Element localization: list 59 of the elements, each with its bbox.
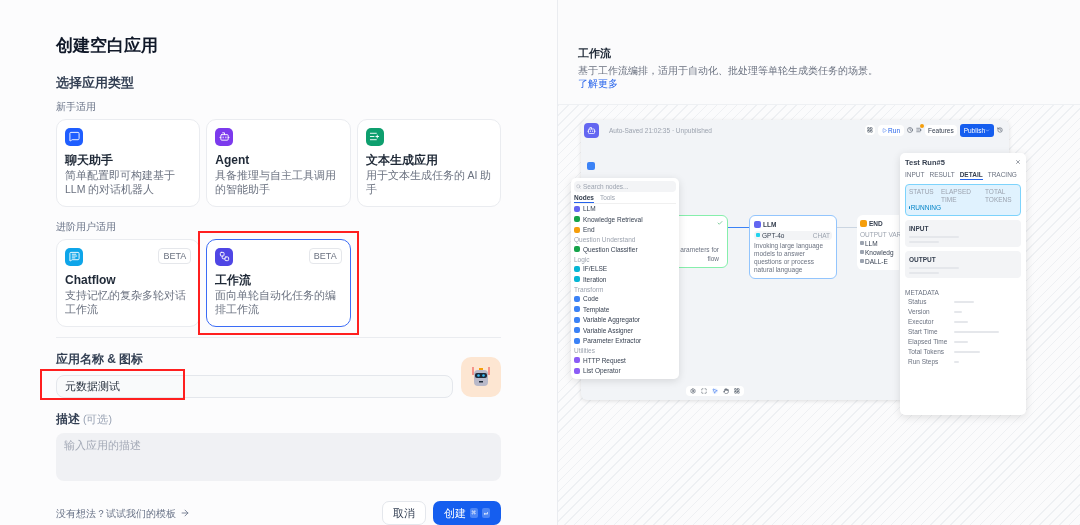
close-icon[interactable]	[1015, 159, 1021, 165]
beta-badge: BETA	[308, 247, 342, 264]
arrow-right-icon[interactable]	[180, 508, 190, 518]
app-type-card[interactable]: BETA 工作流 面向单轮自动化任务的编排工作流	[206, 238, 351, 327]
app-type-card[interactable]: BETA Chatflow 支持记忆的复杂多轮对话工作流	[56, 238, 201, 327]
clock-icon[interactable]	[907, 127, 913, 133]
app-type-card[interactable]: 文本生成应用 用于文本生成任务的 AI 助手	[356, 118, 501, 207]
card-description: 支持记忆的复杂多轮对话工作流	[65, 287, 187, 316]
card-description: 面向单轮自动化任务的编排工作流	[215, 287, 338, 316]
history-icon[interactable]	[997, 127, 1003, 133]
robot-avatar-icon[interactable]	[461, 356, 501, 397]
list-plus-icon	[365, 127, 384, 146]
variable-icon	[860, 259, 864, 263]
group-label: 新手适用	[56, 99, 97, 114]
card-description: 用于文本生成任务的 AI 助手	[365, 167, 492, 196]
message-icon	[65, 247, 83, 266]
end-node-icon	[860, 219, 867, 227]
play-icon	[882, 127, 888, 133]
app-type-card[interactable]: Agent 具备推理与自主工具调用的智能助手	[206, 118, 351, 207]
learn-more-link[interactable]: 了解更多	[578, 77, 618, 89]
field-label: 应用名称 & 图标	[56, 350, 145, 368]
template-link[interactable]: 没有想法？试试我们的模板	[56, 505, 176, 521]
hand-icon[interactable]	[723, 387, 729, 394]
frame-icon[interactable]	[701, 387, 707, 394]
description-field[interactable]: 输入应用的描述	[56, 432, 501, 481]
chevron-down-icon	[985, 127, 990, 133]
card-description: 具备推理与自主工具调用的智能助手	[215, 167, 338, 196]
optional-hint: (可选)	[83, 411, 112, 427]
cancel-button[interactable]: 取消	[381, 501, 426, 525]
dialog-title: 创建空白应用	[56, 36, 159, 56]
section-heading: 选择应用类型	[56, 74, 135, 92]
workflow-icon	[215, 247, 234, 266]
card-title: 工作流	[215, 271, 253, 288]
card-description: 简单配置即可构建基于 LLM 的对话机器人	[65, 167, 176, 196]
robot-logo-icon	[584, 122, 599, 138]
llm-node-icon	[754, 220, 761, 228]
preview-description: 基于工作流编排，适用于自动化、批处理等单轮生成类任务的场景。 了解更多	[578, 63, 879, 90]
search-icon	[576, 183, 581, 189]
card-title: Chatflow	[65, 271, 117, 288]
settings-icon[interactable]	[690, 387, 696, 394]
preview-title: 工作流	[578, 46, 612, 61]
bot-icon	[215, 127, 234, 146]
beta-badge: BETA	[158, 247, 192, 264]
variable-icon	[860, 250, 864, 254]
app-type-card[interactable]: 聊天助手 简单配置即可构建基于 LLM 的对话机器人	[56, 118, 201, 207]
pointer-icon[interactable]	[712, 387, 718, 394]
app-name-field[interactable]: 元数据测试	[56, 374, 453, 398]
card-title: 聊天助手	[65, 151, 114, 168]
group-label: 进阶用户适用	[56, 219, 117, 234]
card-title: 文本生成应用	[365, 151, 439, 168]
chat-icon	[65, 127, 83, 146]
checklist-icon[interactable]	[916, 127, 922, 133]
layout-icon[interactable]	[865, 125, 876, 135]
check-icon	[717, 219, 723, 226]
grid-icon[interactable]	[734, 387, 740, 394]
field-label: 描述	[56, 410, 80, 428]
variable-icon	[860, 241, 864, 245]
model-icon	[756, 233, 760, 237]
card-title: Agent	[215, 151, 251, 168]
